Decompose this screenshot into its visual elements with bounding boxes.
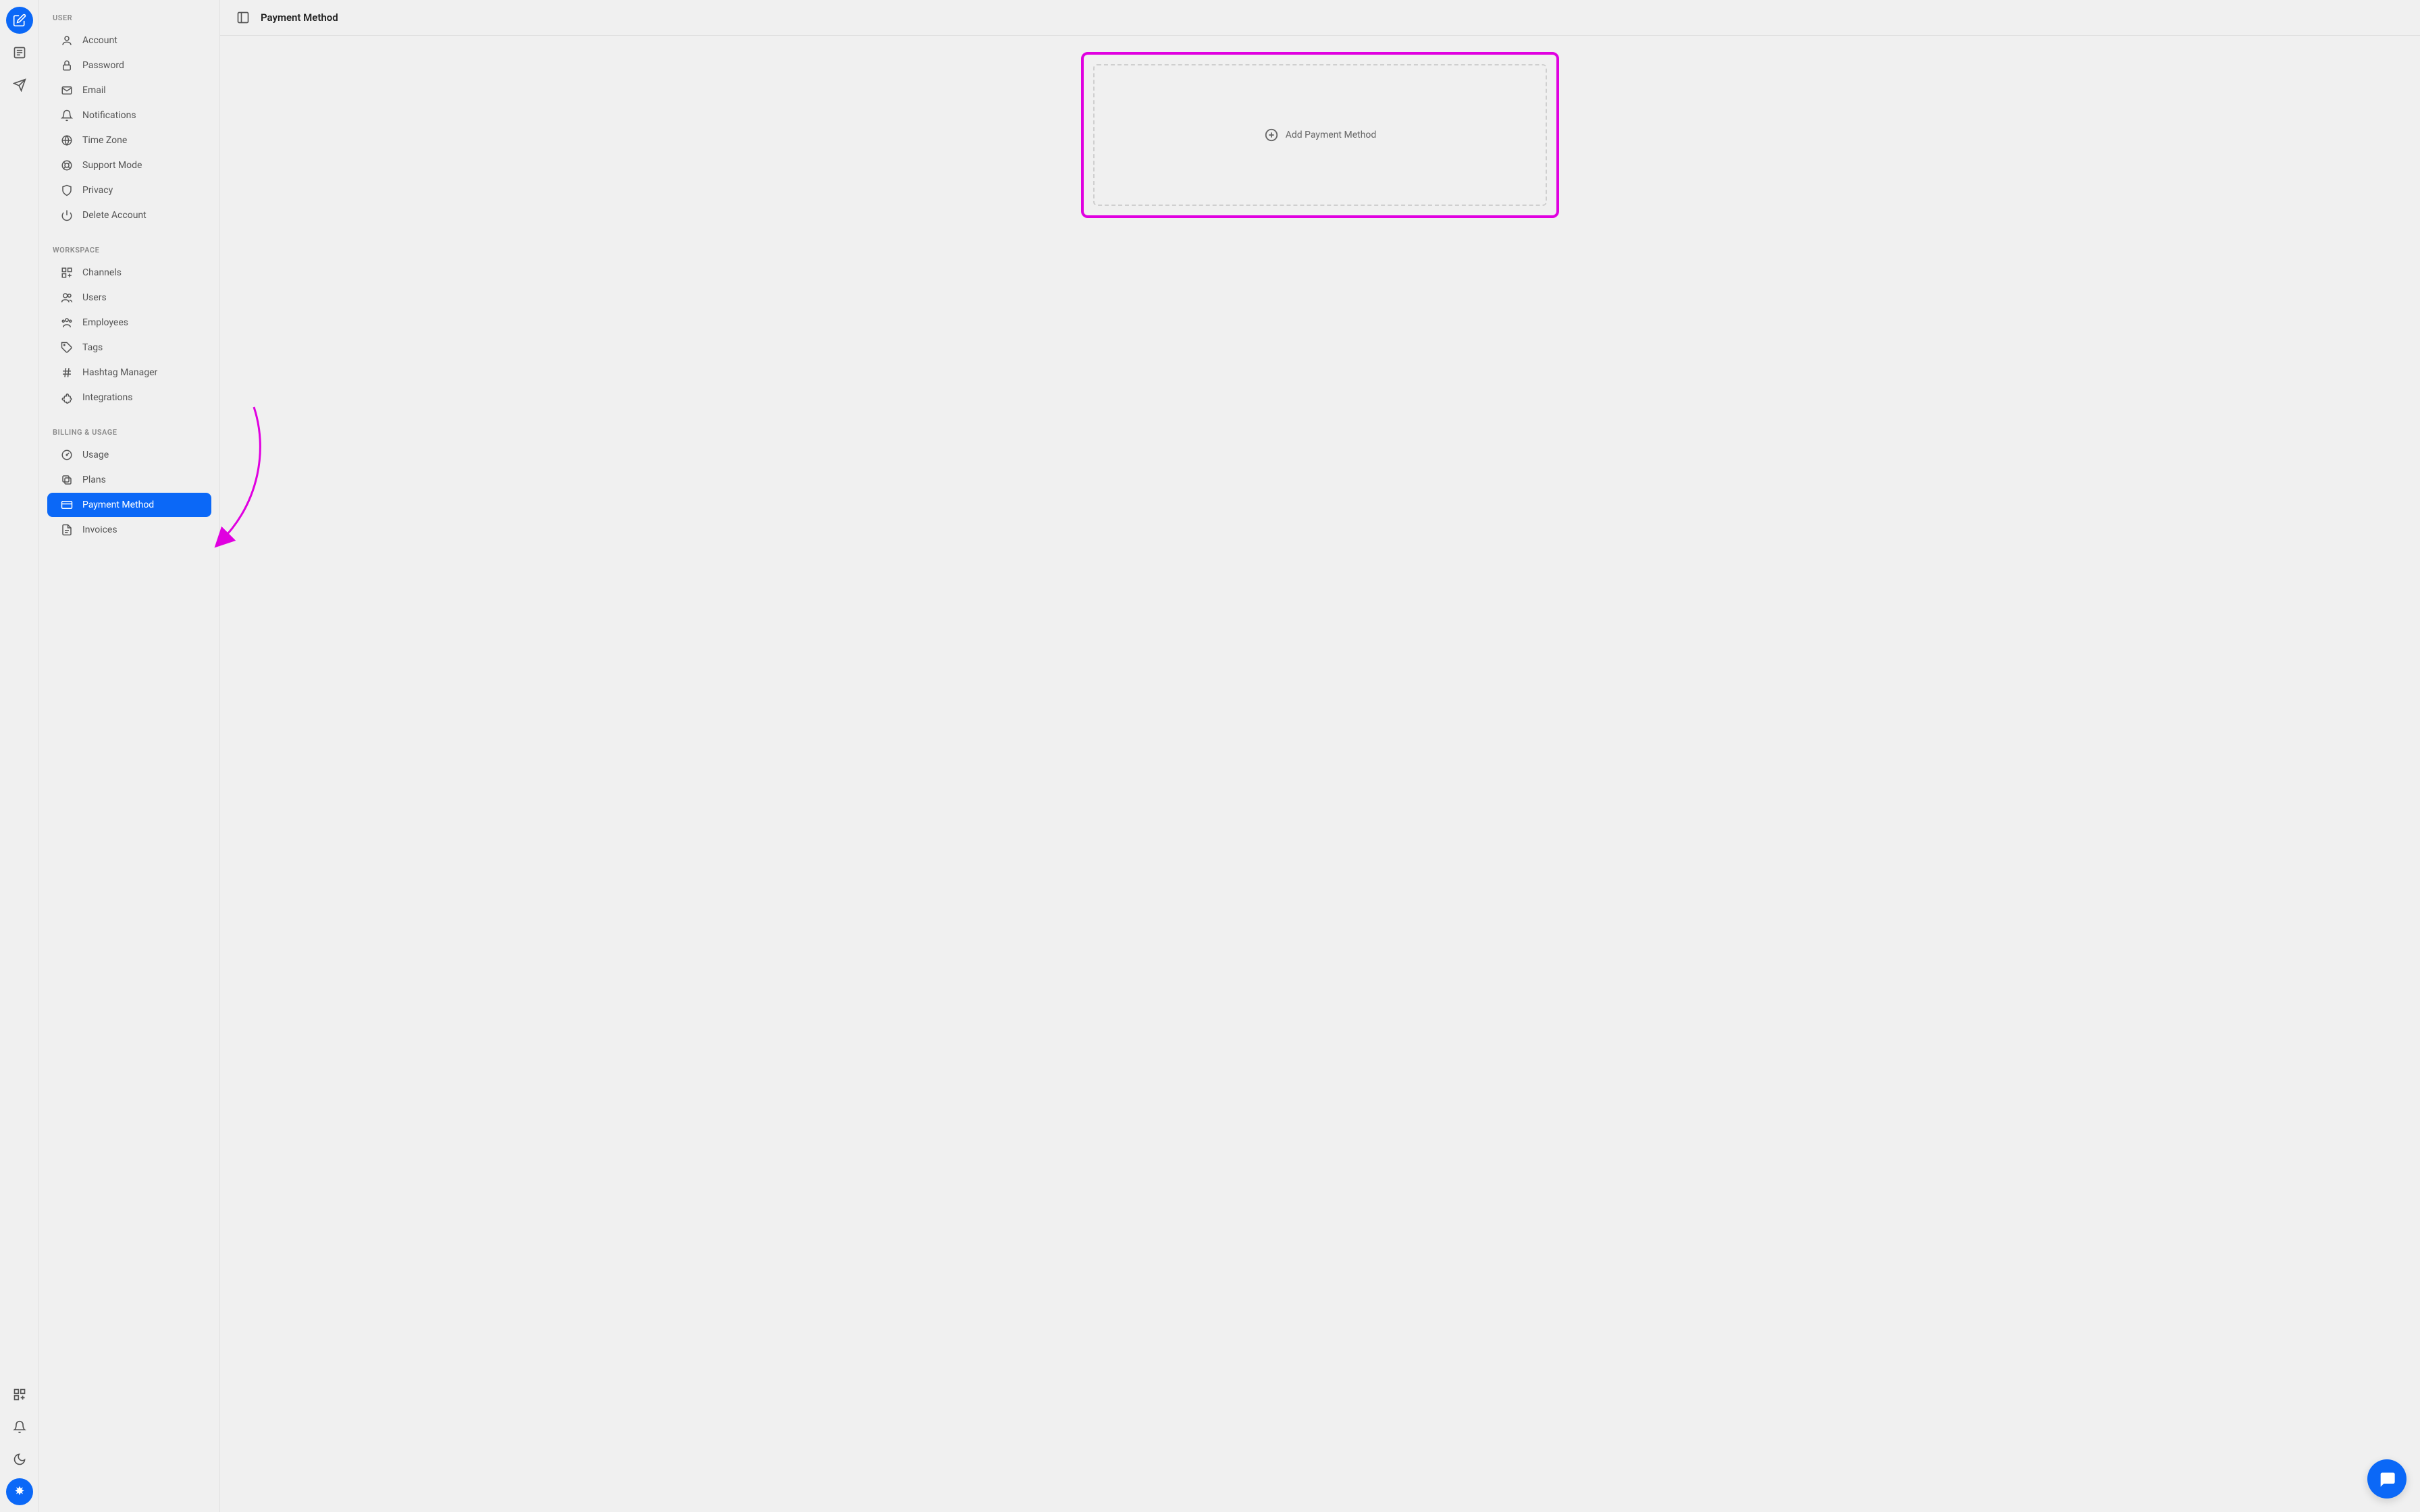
stack-icon bbox=[61, 474, 73, 486]
plus-circle-icon bbox=[1264, 128, 1279, 142]
sidebar-item-usage[interactable]: Usage bbox=[47, 443, 211, 467]
sidebar-item-label: Plans bbox=[82, 475, 106, 485]
sidebar-item-tags[interactable]: Tags bbox=[47, 335, 211, 360]
lifebuoy-icon bbox=[61, 159, 73, 171]
section-header-user: USER bbox=[39, 8, 219, 28]
apps-button[interactable] bbox=[6, 1381, 33, 1408]
sidebar-item-password[interactable]: Password bbox=[47, 53, 211, 78]
user-icon bbox=[61, 34, 73, 47]
mail-icon bbox=[61, 84, 73, 97]
sidebar-item-label: Employees bbox=[82, 317, 128, 328]
sidebar-item-support[interactable]: Support Mode bbox=[47, 153, 211, 178]
sidebar-item-label: Password bbox=[82, 60, 124, 71]
sidebar-item-label: Hashtag Manager bbox=[82, 367, 157, 378]
globe-icon bbox=[61, 134, 73, 146]
content-body: Add Payment Method bbox=[220, 36, 2420, 1512]
theme-button[interactable] bbox=[6, 1446, 33, 1473]
file-icon bbox=[61, 524, 73, 536]
chat-fab[interactable] bbox=[2367, 1459, 2406, 1498]
icon-rail bbox=[0, 0, 39, 1512]
sidebar-item-hashtag[interactable]: Hashtag Manager bbox=[47, 360, 211, 385]
sidebar-item-email[interactable]: Email bbox=[47, 78, 211, 103]
section-header-billing: BILLING & USAGE bbox=[39, 423, 219, 442]
sidebar-item-plans[interactable]: Plans bbox=[47, 468, 211, 492]
annotation-arrow bbox=[213, 407, 281, 558]
app-logo[interactable] bbox=[6, 1478, 33, 1505]
page-title: Payment Method bbox=[261, 11, 338, 24]
sidebar-item-label: Delete Account bbox=[82, 210, 147, 221]
employees-icon bbox=[61, 317, 73, 329]
tag-icon bbox=[61, 342, 73, 354]
power-icon bbox=[61, 209, 73, 221]
grid-plus-icon bbox=[61, 267, 73, 279]
sidebar-item-delete-account[interactable]: Delete Account bbox=[47, 203, 211, 227]
section-header-workspace: WORKSPACE bbox=[39, 240, 219, 260]
sidebar-item-payment-method[interactable]: Payment Method bbox=[47, 493, 211, 517]
highlight-frame: Add Payment Method bbox=[1081, 52, 1559, 218]
card-icon bbox=[61, 499, 73, 511]
add-payment-method-button[interactable]: Add Payment Method bbox=[1093, 64, 1547, 206]
sidebar-item-label: Invoices bbox=[82, 524, 117, 535]
rail-bell-button[interactable] bbox=[6, 1413, 33, 1440]
sidebar-item-employees[interactable]: Employees bbox=[47, 310, 211, 335]
sidebar-item-label: Payment Method bbox=[82, 500, 154, 510]
bell-icon bbox=[61, 109, 73, 122]
users-icon bbox=[61, 292, 73, 304]
chat-icon bbox=[2377, 1469, 2396, 1488]
collapse-sidebar-icon[interactable] bbox=[236, 11, 250, 24]
sidebar-item-timezone[interactable]: Time Zone bbox=[47, 128, 211, 153]
sidebar-item-label: Support Mode bbox=[82, 160, 142, 171]
send-button[interactable] bbox=[6, 72, 33, 99]
sidebar-item-channels[interactable]: Channels bbox=[47, 261, 211, 285]
sidebar-item-label: Account bbox=[82, 35, 117, 46]
shield-icon bbox=[61, 184, 73, 196]
sidebar-item-account[interactable]: Account bbox=[47, 28, 211, 53]
add-payment-label: Add Payment Method bbox=[1286, 130, 1377, 140]
lock-icon bbox=[61, 59, 73, 72]
puzzle-icon bbox=[61, 392, 73, 404]
sidebar-item-notifications[interactable]: Notifications bbox=[47, 103, 211, 128]
compose-button[interactable] bbox=[6, 7, 33, 34]
hash-icon bbox=[61, 367, 73, 379]
sidebar-item-label: Time Zone bbox=[82, 135, 127, 146]
sidebar-item-label: Notifications bbox=[82, 110, 136, 121]
sidebar-item-privacy[interactable]: Privacy bbox=[47, 178, 211, 202]
sidebar-item-label: Email bbox=[82, 85, 106, 96]
sidebar-item-invoices[interactable]: Invoices bbox=[47, 518, 211, 542]
sidebar-item-users[interactable]: Users bbox=[47, 286, 211, 310]
settings-sidebar: USER Account Password Email Notification… bbox=[39, 0, 220, 1512]
sidebar-item-label: Users bbox=[82, 292, 107, 303]
content-header: Payment Method bbox=[220, 0, 2420, 36]
sidebar-item-label: Integrations bbox=[82, 392, 132, 403]
sidebar-item-label: Tags bbox=[82, 342, 103, 353]
gauge-icon bbox=[61, 449, 73, 461]
sidebar-item-integrations[interactable]: Integrations bbox=[47, 385, 211, 410]
sidebar-item-label: Channels bbox=[82, 267, 122, 278]
sidebar-item-label: Usage bbox=[82, 450, 109, 460]
sidebar-item-label: Privacy bbox=[82, 185, 113, 196]
news-button[interactable] bbox=[6, 39, 33, 66]
main-content: Payment Method Add Payment Method bbox=[220, 0, 2420, 1512]
